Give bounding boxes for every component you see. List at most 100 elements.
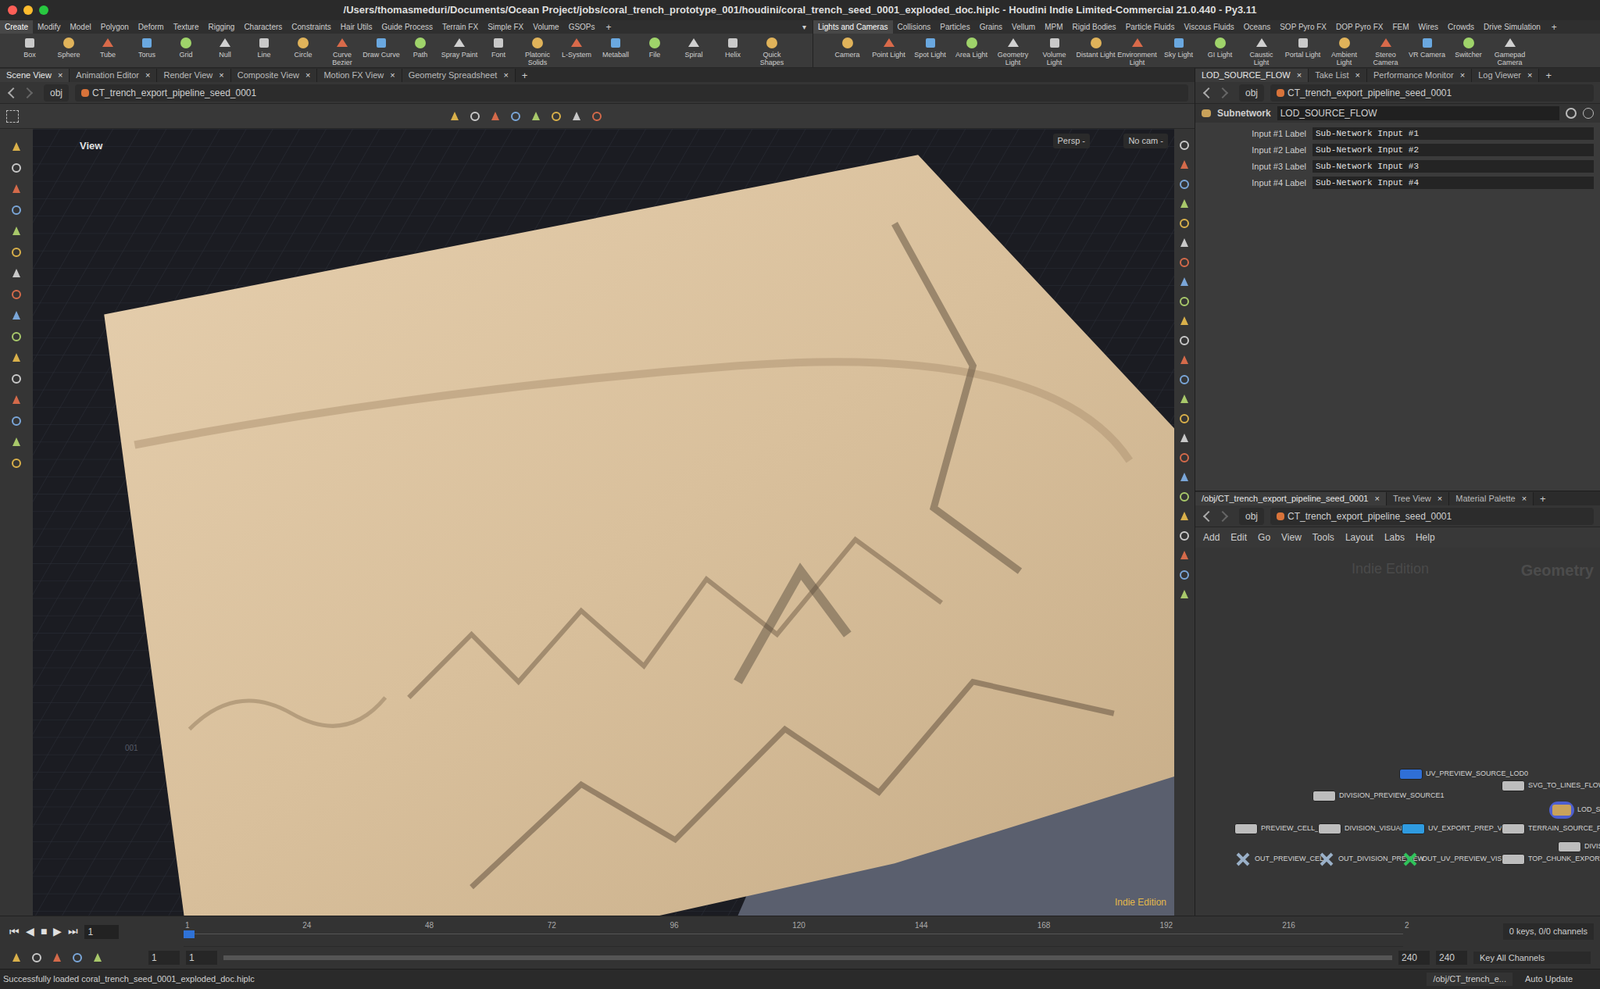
display-option-icon[interactable] [1177,353,1192,368]
viewport-tool-icon[interactable] [508,109,523,124]
shelf-tab[interactable]: Model [64,20,96,34]
shelf-tool[interactable]: GI Light [1200,35,1240,59]
shelf-tab[interactable]: Drive Simulation [1478,20,1546,34]
shelf-tool[interactable]: Switcher [1448,35,1489,59]
display-option-icon[interactable] [1177,431,1192,446]
shelf-tab[interactable]: Crowds [1442,20,1479,34]
shelf-tab[interactable]: Constraints [286,20,336,34]
tool-icon[interactable] [9,224,24,239]
display-option-icon[interactable] [1177,255,1192,270]
shelf-tool[interactable]: Stereo Camera [1365,35,1406,67]
tool-icon[interactable] [9,350,24,365]
network-node[interactable]: LOD_SOURC [1549,801,1600,819]
shelf-tab[interactable]: Lights and Cameras [813,20,893,34]
range-slider[interactable] [223,955,1393,961]
pane-tab[interactable]: /obj/CT_trench_export_pipeline_seed_0001… [1195,492,1387,506]
shelf-tab[interactable]: Texture [168,20,204,34]
timeline-tool-icon[interactable] [9,950,24,965]
path-node[interactable]: CT_trench_export_pipeline_seed_0001 [1270,84,1594,102]
shelf-tool[interactable]: Path [401,35,440,59]
display-option-icon[interactable] [1177,177,1192,192]
shelf-menu[interactable]: ▾ [796,21,813,33]
viewport-tool-icon[interactable] [569,109,584,124]
tab-close[interactable]: × [1460,68,1465,83]
shelf-tab[interactable]: Rigid Bodies [1067,20,1121,34]
viewport-tool-icon[interactable] [467,109,483,124]
shelf-tool[interactable]: Font [479,35,518,59]
parameter-field[interactable]: Sub-Network Input #1 [1312,127,1594,141]
tab-close[interactable]: × [1355,68,1361,83]
shelf-tab[interactable]: SOP Pyro FX [1275,20,1332,34]
tab-close[interactable]: × [305,68,311,83]
shelf-tool[interactable]: Geometry Light [992,35,1033,67]
tool-icon[interactable] [9,371,24,386]
tool-icon[interactable] [9,182,24,197]
display-option-icon[interactable] [1177,587,1192,602]
viewport-tool-icon[interactable] [528,109,543,124]
shelf-tool[interactable]: Distant Light [1075,35,1116,59]
shelf-tool[interactable]: Line [245,35,283,59]
shelf-tool[interactable]: Spot Light [910,35,950,59]
tool-icon[interactable] [9,456,24,471]
shelf-tool[interactable]: Metaball [596,35,635,59]
shelf-tab[interactable]: Create [0,20,33,34]
pane-tab[interactable]: Composite View× [231,68,318,83]
tool-icon[interactable] [9,203,24,218]
add-tab[interactable]: + [1539,68,1558,83]
shelf-tool[interactable]: Sphere [50,35,88,59]
tab-close[interactable]: × [1521,492,1527,506]
tab-close[interactable]: × [218,68,224,83]
display-option-icon[interactable] [1177,528,1192,543]
network-node[interactable]: DIVISIO [1557,841,1600,853]
tool-icon[interactable] [9,266,24,281]
shelf-tool[interactable]: Platonic Solids [518,35,557,67]
shelf-tool[interactable]: File [635,35,674,59]
tool-icon[interactable] [9,414,24,429]
pane-tab[interactable]: Tree View× [1386,492,1450,506]
range-current[interactable]: 1 [185,950,218,965]
shelf-tool[interactable]: Torus [128,35,166,59]
gear-icon[interactable] [1565,107,1577,119]
shelf-tab[interactable]: Polygon [96,20,134,34]
parameter-field[interactable]: Sub-Network Input #3 [1312,160,1594,174]
camera-menu[interactable]: No cam - [1123,133,1168,149]
network-node[interactable]: TOP_CHUNK_EXPORT [1501,853,1600,865]
tab-close[interactable]: × [1437,492,1443,506]
tool-icon[interactable] [9,308,24,323]
pane-tab[interactable]: Performance Monitor× [1367,68,1472,83]
playback-button[interactable]: ▶ [53,923,62,940]
display-option-icon[interactable] [1177,548,1192,563]
forward-icon[interactable] [1217,510,1229,522]
network-node[interactable]: UV_PREVIEW_SOURCE_LOD0 [1399,768,1529,780]
display-option-icon[interactable] [1177,450,1192,465]
shelf-tab[interactable]: DOP Pyro FX [1331,20,1388,34]
display-option-icon[interactable] [1177,235,1192,250]
playhead[interactable] [183,930,195,939]
tool-icon[interactable] [9,245,24,260]
network-canvas[interactable]: Indie EditionGeometryUV_PREVIEW_SOURCE_L… [1195,547,1600,916]
shelf-tab[interactable]: Deform [133,20,169,34]
display-option-icon[interactable] [1177,372,1192,387]
range-start[interactable]: 1 [148,950,180,965]
tab-close[interactable]: × [145,68,150,83]
display-option-icon[interactable] [1177,275,1192,290]
shelf-tool[interactable]: Camera [827,35,868,59]
shelf-tab[interactable]: Modify [32,20,65,34]
viewport-tool-icon[interactable] [589,109,604,124]
tool-icon[interactable] [9,287,24,302]
display-option-icon[interactable] [1177,294,1192,309]
timeline-tool-icon[interactable] [90,950,105,965]
menu-item[interactable]: View [1281,530,1302,545]
display-option-icon[interactable] [1177,196,1192,211]
tab-close[interactable]: × [57,68,63,83]
menu-item[interactable]: Tools [1312,530,1335,545]
shelf-tool[interactable]: Grid [167,35,205,59]
tab-close[interactable]: × [503,68,508,83]
add-tab[interactable]: + [1533,492,1553,506]
display-option-icon[interactable] [1177,411,1192,426]
shelf-tab[interactable]: Particle Fluids [1121,20,1180,34]
forward-icon[interactable] [1217,86,1229,98]
timeline-tool-icon[interactable] [50,950,65,965]
tool-icon[interactable] [9,139,24,154]
menu-item[interactable]: Layout [1345,530,1374,545]
